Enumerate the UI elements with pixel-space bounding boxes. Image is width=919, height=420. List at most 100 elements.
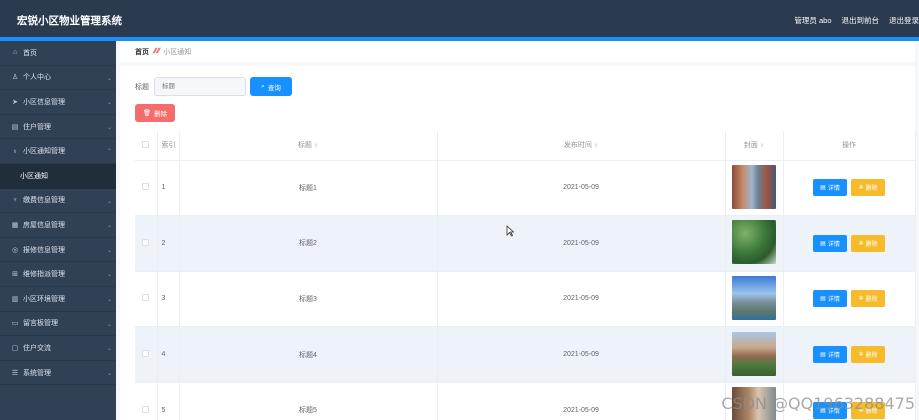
sidebar-item-payments[interactable]: ♆ 缴费信息管理 ⌄ — [0, 189, 116, 214]
sidebar-item-residents[interactable]: ▤ 住户管理 ⌄ — [0, 115, 116, 140]
apps-icon: ⊞ — [12, 271, 18, 279]
chevron-down-icon: ⌄ — [106, 198, 112, 205]
mouse-cursor-icon — [506, 225, 514, 237]
chevron-down-icon: ⌄ — [106, 272, 112, 279]
app-title: 宏锐小区物业管理系统 — [17, 15, 122, 27]
trash-icon: ✲ — [858, 296, 864, 303]
cover-image — [732, 220, 776, 265]
row-cover — [725, 271, 784, 328]
row-cover — [725, 160, 784, 217]
sort-icon[interactable]: ⇕ — [594, 143, 598, 149]
sidebar-item-profile[interactable]: ♙ 个人中心 ⌄ — [0, 66, 116, 91]
table-header-row: 索引 标题 ⇕ 发布时间 ⇕ 封面 ⇕ 操作 — [135, 131, 916, 161]
delete-button[interactable]: ✲ 删除 — [851, 290, 885, 308]
row-checkbox[interactable] — [135, 215, 158, 272]
logout-link[interactable]: 退出登录 — [889, 15, 919, 26]
table-row: 1 标题1 2021-05-09 ▤ 详情 ✲ 删除 — [135, 160, 916, 217]
row-title: 标题3 — [179, 271, 438, 328]
sidebar-item-housing[interactable]: ▦ 房屋信息管理 ⌄ — [0, 213, 116, 238]
row-checkbox[interactable] — [135, 382, 158, 420]
sidebar-item-notices[interactable]: ♁ 小区通知管理 ⌃ — [0, 139, 116, 164]
row-title: 标题1 — [179, 160, 438, 217]
delete-button[interactable]: ✲ 删除 — [851, 179, 885, 197]
sidebar-item-system[interactable]: ☰ 系统管理 ⌄ — [0, 361, 116, 386]
delete-button[interactable]: ✲ 删除 — [851, 346, 885, 364]
main-content: 首页 ⫽⫽ 小区通知 标题 ⌕ 查询 🗑 删除 索引 标题 ⇕ — [116, 41, 919, 420]
search-button[interactable]: ⌕ 查询 — [250, 77, 292, 96]
top-header: 宏锐小区物业管理系统 管理员 abo 退出到前台 退出登录 — [0, 0, 919, 37]
sidebar-item-home[interactable]: ⌂ 首页 — [0, 41, 116, 66]
col-header-title[interactable]: 标题 ⇕ — [179, 131, 438, 161]
sidebar-item-message-board[interactable]: ▭ 留言板管理 ⌄ — [0, 312, 116, 337]
detail-button[interactable]: ▤ 详情 — [813, 179, 847, 197]
mic-icon: ♁ — [12, 147, 18, 155]
col-header-cover[interactable]: 封面 ⇕ — [725, 131, 784, 161]
row-index: 5 — [157, 382, 180, 420]
row-index: 4 — [157, 326, 180, 383]
table-row: 3 标题3 2021-05-09 ▤ 详情 ✲ 删除 — [135, 271, 916, 328]
row-title: 标题5 — [179, 382, 438, 420]
detail-button[interactable]: ▤ 详情 — [813, 346, 847, 364]
sidebar-item-repairs[interactable]: ◎ 报修信息管理 ⌄ — [0, 238, 116, 263]
chevron-down-icon: ⌄ — [106, 223, 112, 230]
document-icon: ▤ — [820, 240, 826, 247]
row-actions: ▤ 详情 ✲ 删除 — [783, 160, 916, 217]
document-icon: ▤ — [820, 185, 826, 192]
sidebar-subitem-notice[interactable]: 小区通知 — [0, 163, 116, 189]
row-index: 2 — [157, 215, 180, 272]
sidebar-item-dispatch[interactable]: ⊞ 维修指派管理 ⌄ — [0, 262, 116, 287]
row-cover — [725, 326, 784, 383]
breadcrumb-current: 小区通知 — [163, 48, 192, 56]
row-actions: ▤ 详情 ✲ 删除 — [783, 215, 916, 272]
detail-button[interactable]: ▤ 详情 — [813, 290, 847, 308]
chevron-down-icon: ⌄ — [106, 296, 112, 303]
row-checkbox[interactable] — [135, 326, 158, 383]
table-row: 4 标题4 2021-05-09 ▤ 详情 ✲ 删除 — [135, 326, 916, 383]
breadcrumb-separator-icon: ⫽⫽ — [153, 47, 160, 55]
chevron-up-icon: ⌃ — [106, 149, 112, 156]
chevron-down-icon: ⌄ — [106, 370, 112, 377]
row-actions: ▤ 详情 ✲ 删除 — [783, 271, 916, 328]
delete-button[interactable]: ✲ 删除 — [851, 234, 885, 252]
search-input[interactable] — [154, 77, 246, 96]
col-header-actions: 操作 — [783, 131, 916, 161]
home-icon: ⌂ — [12, 49, 18, 57]
search-bar: 标题 ⌕ 查询 — [135, 77, 292, 96]
row-date: 2021-05-09 — [437, 271, 726, 328]
row-actions: ▤ 详情 ✲ 删除 — [783, 326, 916, 383]
col-header-index: 索引 — [157, 131, 180, 161]
sort-icon[interactable]: ⇕ — [760, 143, 764, 149]
chevron-down-icon: ⌄ — [106, 124, 112, 131]
admin-name: 管理员 abo — [794, 16, 832, 25]
message-icon: ▢ — [11, 344, 19, 352]
detail-button[interactable]: ▤ 详情 — [813, 234, 847, 252]
sidebar-item-community-info[interactable]: ➤ 小区信息管理 ⌄ — [0, 90, 116, 115]
search-label: 标题 — [135, 83, 149, 91]
row-index: 1 — [157, 160, 180, 217]
list-icon: ▤ — [11, 123, 19, 131]
back-to-frontend-link[interactable]: 退出到前台 — [842, 15, 880, 26]
chevron-down-icon: ⌄ — [106, 321, 112, 328]
sidebar: ⌂ 首页 ♙ 个人中心 ⌄ ➤ 小区信息管理 ⌄ ▤ 住户管理 ⌄ ♁ 小区通知管理 ⌃ 小区通知… — [0, 41, 116, 420]
user-icon: ♙ — [11, 74, 19, 82]
row-cover — [725, 215, 784, 272]
col-header-date[interactable]: 发布时间 ⇕ — [437, 131, 726, 161]
breadcrumb: 首页 ⫽⫽ 小区通知 — [120, 41, 915, 62]
row-checkbox[interactable] — [135, 271, 158, 328]
trash-icon: ✲ — [858, 240, 864, 247]
chevron-down-icon: ⌄ — [106, 100, 112, 107]
sidebar-item-exchange[interactable]: ▢ 住户交流 ⌄ — [0, 336, 116, 361]
trash-icon: 🗑 — [142, 110, 152, 117]
sort-icon[interactable]: ⇕ — [314, 143, 318, 149]
sidebar-item-environment[interactable]: ▥ 小区环境管理 ⌄ — [0, 287, 116, 312]
row-checkbox[interactable] — [135, 160, 158, 217]
chevron-down-icon: ⌄ — [106, 346, 112, 353]
select-all-checkbox[interactable] — [135, 131, 158, 161]
batch-delete-button[interactable]: 🗑 删除 — [135, 104, 175, 122]
notice-table: 索引 标题 ⇕ 发布时间 ⇕ 封面 ⇕ 操作 1 标题1 2021-05-09 … — [135, 131, 916, 420]
document-icon: ▤ — [820, 296, 826, 303]
chevron-down-icon: ⌄ — [106, 75, 112, 82]
breadcrumb-home[interactable]: 首页 — [135, 47, 149, 57]
row-date: 2021-05-09 — [437, 326, 726, 383]
tree-icon: ▥ — [11, 295, 19, 303]
